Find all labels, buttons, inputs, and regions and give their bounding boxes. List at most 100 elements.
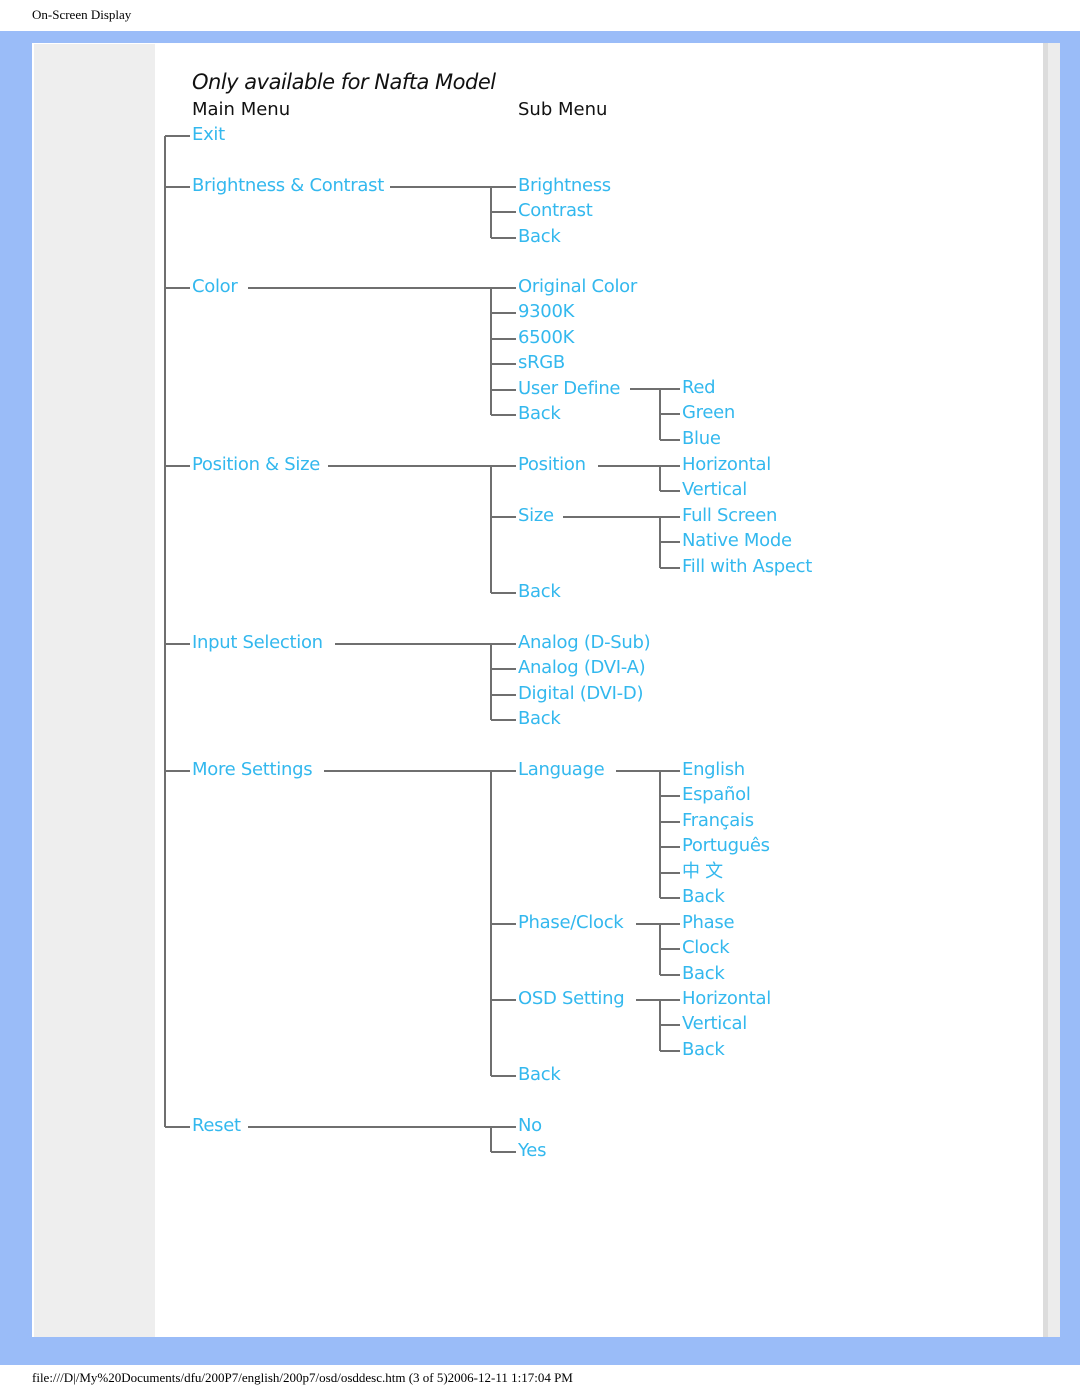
third-branch-line [660, 566, 680, 569]
sub-branch-line [491, 337, 516, 340]
main-menu-item-position-size[interactable]: Position & Size [192, 454, 320, 476]
third-branch-line [660, 490, 680, 493]
sub-menu-item[interactable]: Brightness [518, 175, 611, 197]
sub-to-third-line [630, 388, 660, 390]
third-branch-line [660, 795, 680, 798]
diagram-title: Only available for Nafta Model [192, 70, 496, 94]
sub-branch-line [491, 363, 516, 366]
sub-menu-item[interactable]: sRGB [518, 352, 565, 374]
third-level-item[interactable]: Full Screen [682, 505, 777, 527]
sub-menu-item[interactable]: Language [518, 759, 605, 781]
sub-branch-line [491, 312, 516, 315]
third-level-item[interactable]: Back [682, 963, 725, 985]
main-branch-line [165, 186, 190, 188]
sub-branch-line [491, 465, 516, 467]
sub-branch-line [491, 1151, 516, 1154]
third-branch-line [660, 1024, 680, 1027]
main-menu-item-more-settings[interactable]: More Settings [192, 759, 313, 781]
third-level-item[interactable]: Español [682, 784, 751, 806]
sub-branch-line [491, 236, 516, 239]
third-branch-line [660, 541, 680, 544]
sub-menu-item[interactable]: Contrast [518, 200, 593, 222]
main-branch-line [165, 1126, 190, 1128]
third-level-item[interactable]: Português [682, 835, 770, 857]
third-branch-line [660, 1049, 680, 1052]
main-branch-line [165, 770, 190, 772]
main-menu-item-brightness-contrast[interactable]: Brightness & Contrast [192, 175, 384, 197]
third-level-item[interactable]: Native Mode [682, 530, 792, 552]
sub-menu-item[interactable]: Analog (D-Sub) [518, 632, 651, 654]
main-to-sub-line [328, 465, 491, 467]
third-trunk-line [659, 466, 661, 492]
sub-menu-item[interactable]: Back [518, 708, 561, 730]
sub-branch-line [491, 592, 516, 594]
sub-to-third-line [636, 999, 660, 1001]
third-branch-line [660, 770, 680, 772]
third-level-item[interactable]: Back [682, 886, 725, 908]
sub-menu-item[interactable]: Back [518, 403, 561, 425]
main-menu-item-color[interactable]: Color [192, 276, 238, 298]
sub-branch-line [491, 287, 516, 289]
third-branch-line [660, 465, 680, 467]
main-menu-item-input-selection[interactable]: Input Selection [192, 632, 323, 654]
sub-menu-item[interactable]: Position [518, 454, 586, 476]
third-branch-line [660, 846, 680, 849]
main-menu-item-exit[interactable]: Exit [192, 124, 225, 146]
main-branch-line [165, 465, 190, 467]
sub-menu-item[interactable]: Digital (DVI-D) [518, 683, 643, 705]
sub-branch-line [491, 211, 516, 214]
main-branch-line [165, 643, 190, 645]
sub-branch-line [491, 668, 516, 671]
third-level-item[interactable]: Clock [682, 937, 730, 959]
third-level-item[interactable]: Vertical [682, 479, 747, 501]
sub-to-third-line [636, 923, 660, 925]
third-level-item[interactable]: Français [682, 810, 754, 832]
sub-menu-header: Sub Menu [518, 99, 608, 120]
main-menu-item-reset[interactable]: Reset [192, 1115, 241, 1137]
third-level-item[interactable]: English [682, 759, 745, 781]
third-branch-line [660, 413, 680, 416]
sub-branch-line [491, 770, 516, 772]
third-level-item[interactable]: Blue [682, 428, 721, 450]
sub-trunk-line [490, 288, 492, 415]
sub-menu-item[interactable]: Back [518, 581, 561, 603]
sub-menu-item[interactable]: Phase/Clock [518, 912, 624, 934]
sub-menu-item[interactable]: User Define [518, 378, 621, 400]
sub-menu-item[interactable]: 6500K [518, 327, 574, 349]
sub-menu-item[interactable]: Back [518, 226, 561, 248]
third-level-item[interactable]: Back [682, 1039, 725, 1061]
sub-menu-item[interactable]: OSD Setting [518, 988, 625, 1010]
third-level-item[interactable]: Horizontal [682, 988, 771, 1010]
third-branch-line [660, 820, 680, 823]
sub-menu-item[interactable]: No [518, 1115, 542, 1137]
sub-branch-line [491, 414, 516, 416]
sub-to-third-line [563, 516, 660, 518]
sub-trunk-line [490, 466, 492, 593]
third-level-item[interactable]: Red [682, 377, 716, 399]
sub-menu-item[interactable]: Analog (DVI-A) [518, 657, 646, 679]
third-branch-line [660, 999, 680, 1001]
third-branch-line [660, 973, 680, 976]
sub-branch-line [491, 923, 516, 925]
sub-menu-item[interactable]: 9300K [518, 301, 574, 323]
sub-menu-item[interactable]: Back [518, 1064, 561, 1086]
sub-menu-item[interactable]: Size [518, 505, 554, 527]
third-level-item[interactable]: Phase [682, 912, 735, 934]
sub-branch-line [491, 999, 516, 1001]
main-branch-line [165, 287, 190, 289]
sub-menu-item[interactable]: Original Color [518, 276, 637, 298]
third-branch-line [660, 897, 680, 899]
third-level-item[interactable]: 中 文 [682, 861, 723, 883]
sub-branch-line [491, 1075, 516, 1077]
third-level-item[interactable]: Green [682, 402, 735, 424]
third-trunk-line [659, 771, 661, 898]
third-branch-line [660, 948, 680, 951]
page-footer: file:///D|/My%20Documents/dfu/200P7/engl… [32, 1370, 573, 1385]
third-level-item[interactable]: Horizontal [682, 454, 771, 476]
main-menu-header: Main Menu [192, 99, 291, 120]
sub-menu-item[interactable]: Yes [518, 1140, 546, 1162]
third-level-item[interactable]: Fill with Aspect [682, 556, 812, 578]
third-branch-line [660, 516, 680, 518]
main-to-sub-line [390, 186, 491, 188]
third-level-item[interactable]: Vertical [682, 1013, 747, 1035]
